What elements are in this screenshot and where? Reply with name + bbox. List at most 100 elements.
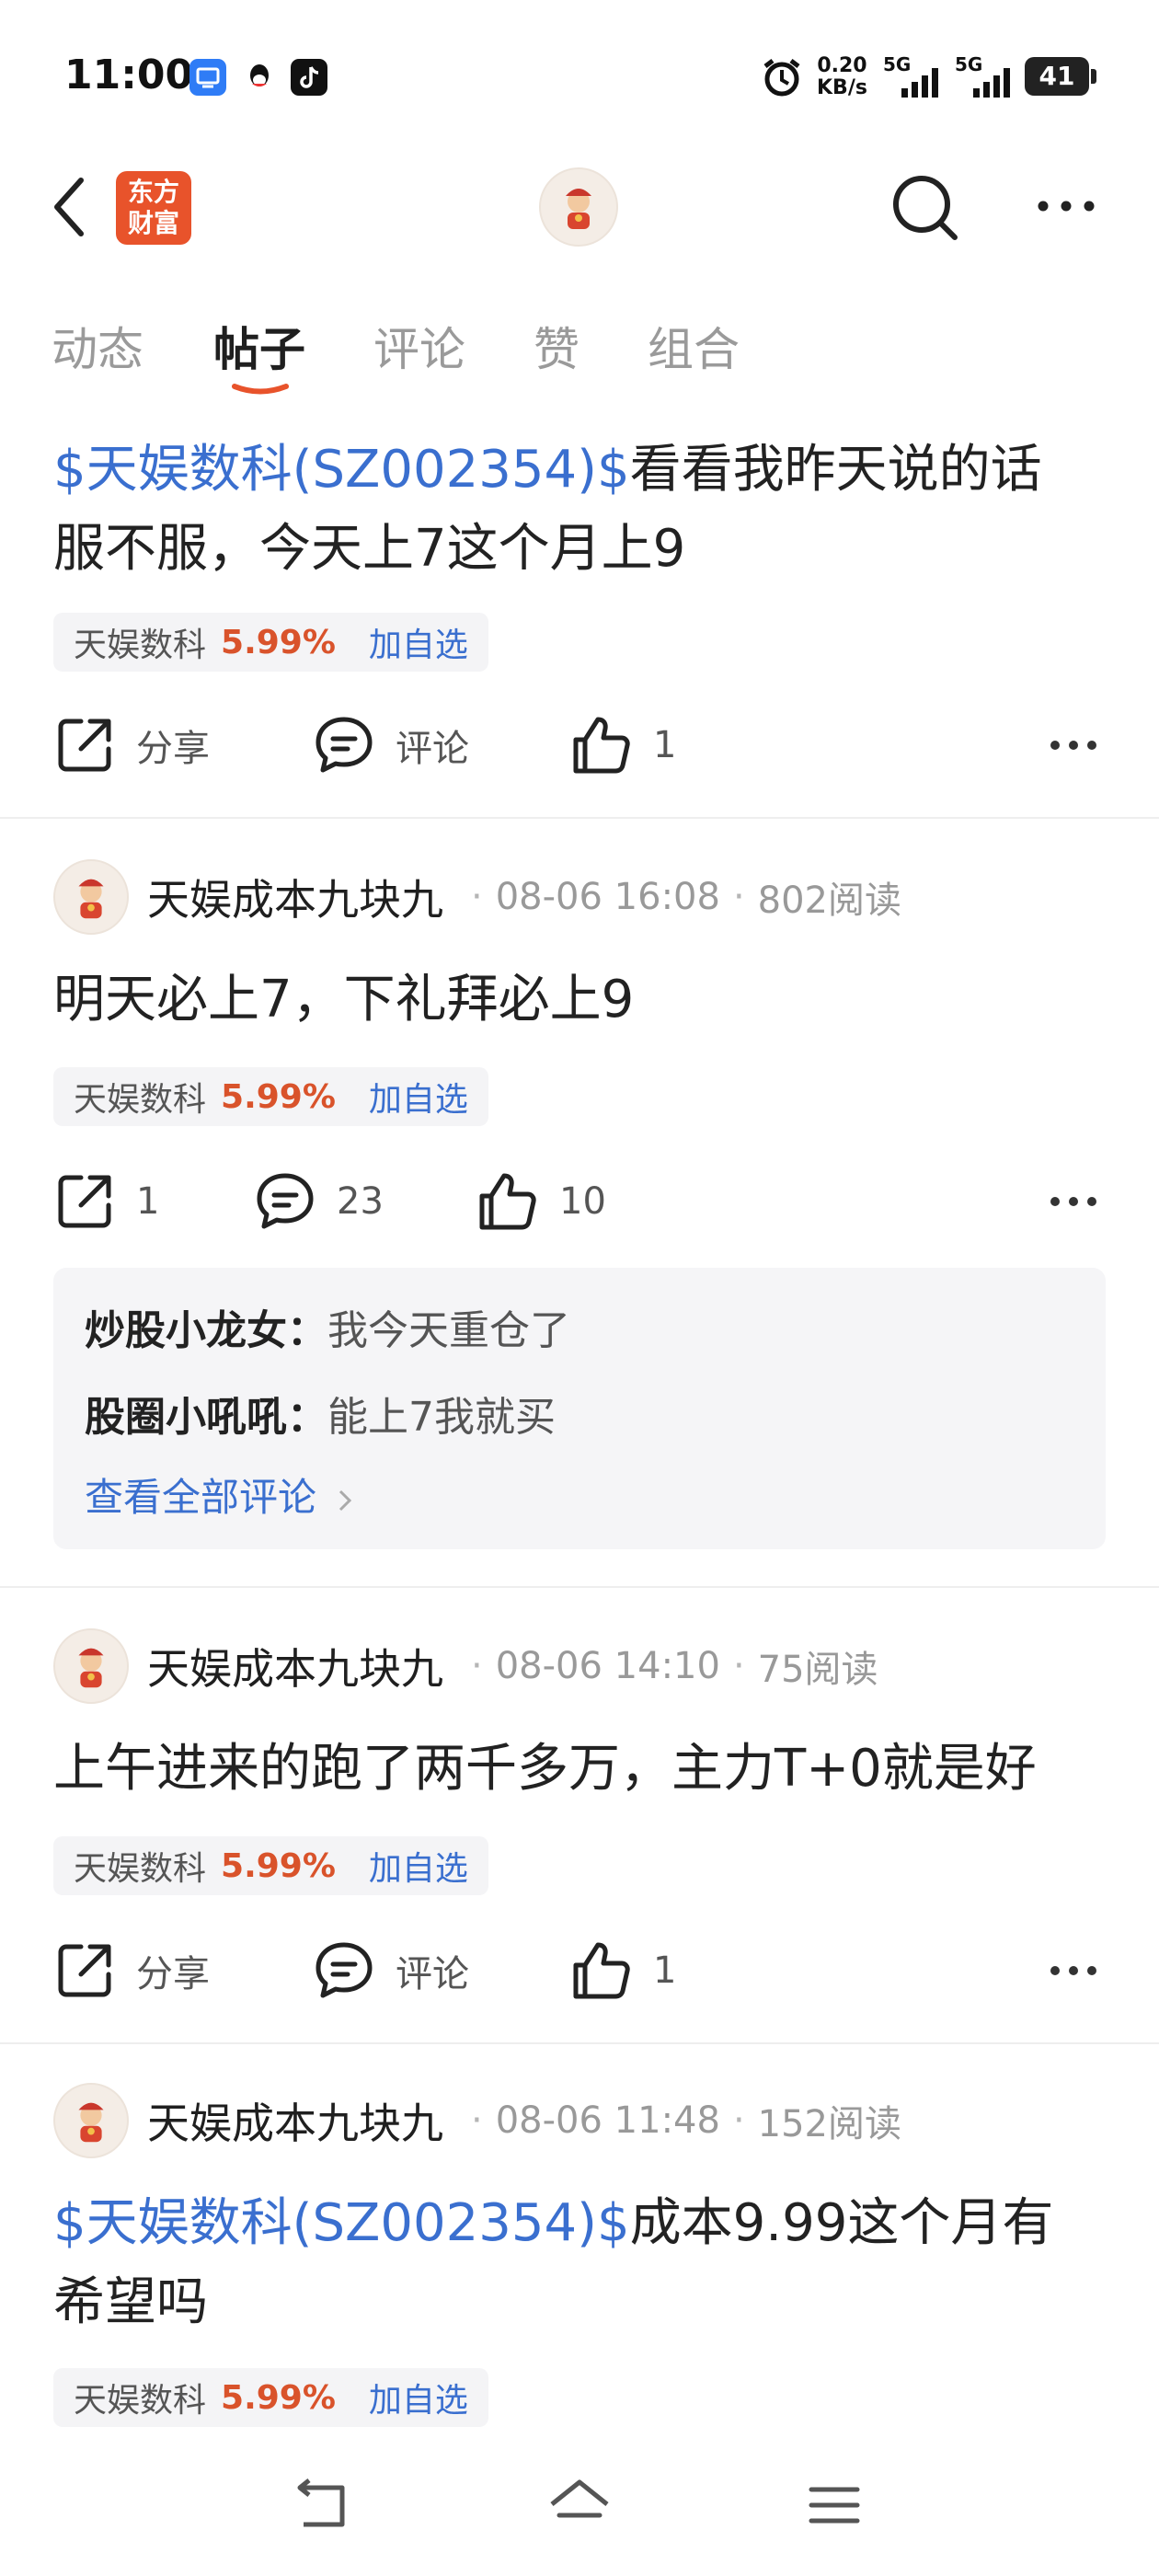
read-count: 802阅读 <box>757 880 902 922</box>
system-back-button[interactable] <box>291 2475 351 2539</box>
comment-button[interactable]: 评论 <box>313 1939 469 2002</box>
comment-user[interactable]: 炒股小龙女： <box>85 1307 327 1354</box>
post-meta: 天娱成本九块九 · 08-06 11:48 · 152阅读 <box>53 2083 901 2158</box>
more-horizontal-icon <box>1050 741 1096 750</box>
divider <box>0 817 1159 819</box>
author-name[interactable]: 天娱成本九块九 <box>147 867 443 927</box>
more-button[interactable] <box>1034 195 1098 221</box>
post-date: 08-06 16:08 <box>495 876 720 918</box>
chevron-right-icon <box>339 1489 352 1511</box>
post-content[interactable]: 上午进来的跑了两千多万，主力T+0就是好 <box>53 1730 1111 1809</box>
comment-preview-box[interactable]: 炒股小龙女：我今天重仓了 股圈小吼吼：能上7我就买 查看全部评论 <box>53 1268 1106 1549</box>
post-meta: 天娱成本九块九 · 08-06 16:08 · 802阅读 <box>53 859 901 935</box>
author-avatar[interactable] <box>53 859 129 935</box>
post-meta: 天娱成本九块九 · 08-06 14:10 · 75阅读 <box>53 1628 878 1704</box>
user-avatar[interactable] <box>539 167 618 247</box>
stock-link[interactable]: $天娱数科(SZ002354)$ <box>53 2193 630 2253</box>
stock-tag[interactable]: 天娱数科 5.99% 加自选 <box>53 613 488 672</box>
post-content[interactable]: 明天必上7，下礼拜必上9 <box>53 960 1111 1040</box>
stock-tag[interactable]: 天娱数科 5.99% 加自选 <box>53 2368 488 2427</box>
divider <box>0 2042 1159 2044</box>
tab-likes[interactable]: 赞 <box>534 313 580 379</box>
comment-button[interactable]: 评论 <box>313 714 469 776</box>
read-count: 75阅读 <box>757 1649 878 1691</box>
author-name[interactable]: 天娱成本九块九 <box>147 2090 443 2151</box>
share-button[interactable]: 分享 <box>53 1939 210 2002</box>
post-date: 08-06 11:48 <box>495 2099 720 2142</box>
tab-posts[interactable]: 帖子 <box>213 313 305 379</box>
signal-icon <box>955 64 1016 103</box>
tab-dynamics[interactable]: 动态 <box>52 313 143 379</box>
thumbs-up-icon <box>573 1942 630 1999</box>
stock-name: 天娱数科 <box>74 2382 207 2420</box>
author-name[interactable]: 天娱成本九块九 <box>147 1636 443 1696</box>
back-button[interactable] <box>48 175 90 243</box>
stock-tag[interactable]: 天娱数科 5.99% 加自选 <box>53 1067 488 1126</box>
tiktok-icon <box>291 59 327 96</box>
thumbs-up-icon <box>573 717 630 774</box>
comment-icon <box>257 1173 314 1229</box>
stock-change: 5.99% <box>221 1077 336 1116</box>
chevron-left-icon <box>54 178 84 236</box>
stock-change: 5.99% <box>221 623 336 661</box>
add-watchlist-button[interactable]: 加自选 <box>369 2374 468 2421</box>
post-more-button[interactable] <box>1049 1192 1098 1214</box>
share-icon <box>58 1944 111 1997</box>
qq-icon <box>241 59 278 96</box>
like-button[interactable]: 1 <box>570 1939 676 2002</box>
network-speed: 0.20 KB/s <box>817 54 867 99</box>
tab-portfolio[interactable]: 组合 <box>648 313 740 379</box>
like-button[interactable]: 10 <box>476 1170 606 1233</box>
stock-change: 5.99% <box>221 2378 336 2417</box>
alarm-icon <box>760 55 804 103</box>
read-count: 152阅读 <box>757 2103 902 2145</box>
stock-name: 天娱数科 <box>74 1850 207 1888</box>
back-arrow-icon <box>297 2478 345 2527</box>
system-home-button[interactable] <box>546 2475 613 2539</box>
active-tab-indicator <box>232 381 289 395</box>
comment-item[interactable]: 股圈小吼吼：能上7我就买 <box>85 1384 556 1443</box>
comment-button[interactable]: 23 <box>254 1170 384 1233</box>
author-avatar[interactable] <box>53 1628 129 1704</box>
post-more-button[interactable] <box>1049 1961 1098 1984</box>
system-menu-button[interactable] <box>806 2475 863 2539</box>
menu-icon <box>809 2487 860 2524</box>
more-horizontal-icon <box>1050 1966 1096 1975</box>
stock-name: 天娱数科 <box>74 1081 207 1119</box>
more-horizontal-icon <box>1038 201 1095 212</box>
comment-item[interactable]: 炒股小龙女：我今天重仓了 <box>85 1297 570 1356</box>
post-more-button[interactable] <box>1049 736 1098 758</box>
share-icon <box>58 719 111 772</box>
share-button[interactable]: 1 <box>53 1170 159 1233</box>
status-time: 11:00 <box>64 52 194 98</box>
stock-tag[interactable]: 天娱数科 5.99% 加自选 <box>53 1836 488 1895</box>
comment-user[interactable]: 股圈小吼吼： <box>85 1394 327 1441</box>
add-watchlist-button[interactable]: 加自选 <box>369 1842 468 1890</box>
home-icon <box>550 2479 609 2518</box>
share-icon <box>58 1175 111 1228</box>
comment-icon <box>316 1942 373 1998</box>
battery-indicator: 41 <box>1025 57 1096 96</box>
stock-change: 5.99% <box>221 1846 336 1885</box>
stock-link[interactable]: $天娱数科(SZ002354)$ <box>53 440 630 500</box>
search-button[interactable] <box>889 171 962 248</box>
tab-comments[interactable]: 评论 <box>373 313 465 379</box>
divider <box>0 1586 1159 1588</box>
app-logo: 东方 财富 <box>116 171 191 245</box>
post-content[interactable]: $天娱数科(SZ002354)$看看我昨天说的话 服不服，今天上7这个月上9 <box>53 431 1111 589</box>
see-all-comments-link[interactable]: 查看全部评论 <box>85 1466 354 1523</box>
share-button[interactable]: 分享 <box>53 714 210 776</box>
search-icon <box>893 176 958 240</box>
comment-icon <box>316 717 373 773</box>
thumbs-up-icon <box>479 1173 536 1230</box>
add-watchlist-button[interactable]: 加自选 <box>369 1073 468 1121</box>
add-watchlist-button[interactable]: 加自选 <box>369 618 468 666</box>
like-button[interactable]: 1 <box>570 714 676 776</box>
app-notification-icon <box>189 59 226 96</box>
post-date: 08-06 14:10 <box>495 1645 720 1687</box>
more-horizontal-icon <box>1050 1197 1096 1206</box>
stock-name: 天娱数科 <box>74 627 207 664</box>
signal-icon <box>883 64 944 103</box>
author-avatar[interactable] <box>53 2083 129 2158</box>
post-content[interactable]: $天娱数科(SZ002354)$成本9.99这个月有 希望吗 <box>53 2184 1111 2342</box>
